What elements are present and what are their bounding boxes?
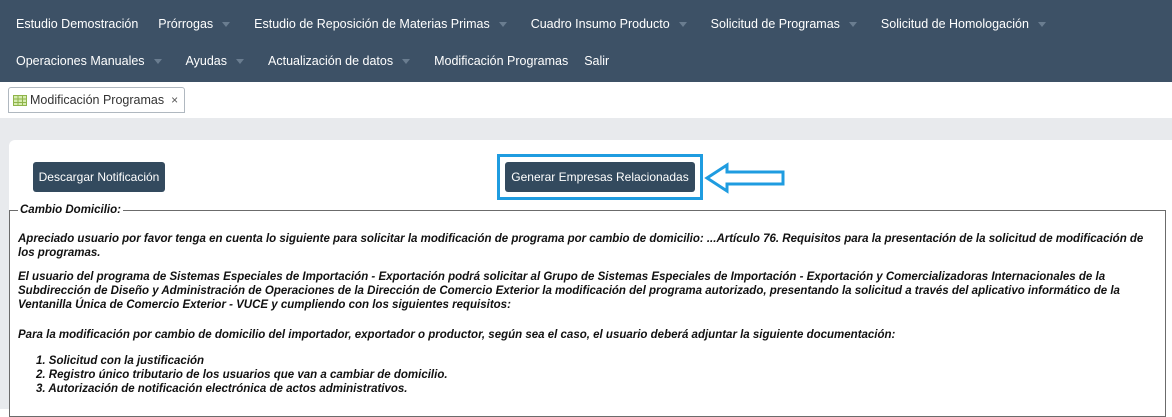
nav-item-modificacion-programas[interactable]: Modificación Programas xyxy=(430,54,580,68)
nav-label: Modificación Programas xyxy=(434,54,569,68)
caret-down-icon xyxy=(222,21,231,27)
caret-down-icon xyxy=(678,21,687,27)
caret-down-icon xyxy=(236,58,245,64)
table-icon xyxy=(13,94,27,106)
tab-modificacion-programas[interactable]: Modificación Programas × xyxy=(8,87,186,113)
generate-related-companies-button[interactable]: Generar Empresas Relacionadas xyxy=(505,162,695,192)
nav-label: Actualización de datos xyxy=(268,54,394,68)
list-item: 1. Solicitud con la justificación xyxy=(36,355,205,367)
nav-label: Solicitud de Programas xyxy=(710,17,840,31)
change-address-fieldset: Cambio Domicilio: Apreciado usuario por … xyxy=(9,204,1166,417)
list-item: 3. Autorización de notificación electrón… xyxy=(36,383,408,395)
nav-item-cuadro-insumo[interactable]: Cuadro Insumo Producto xyxy=(527,17,707,31)
nav-item-actualizacion-datos[interactable]: Actualización de datos xyxy=(264,54,430,68)
caret-down-icon xyxy=(1037,21,1046,27)
list-item: 2. Registro único tributario de los usua… xyxy=(36,369,448,381)
nav-label: Estudio Demostración xyxy=(16,17,139,31)
tab-label: Modificación Programas xyxy=(30,93,165,107)
notice-paragraph: El usuario del programa de Sistemas Espe… xyxy=(18,271,1120,311)
nav-label: Cuadro Insumo Producto xyxy=(530,17,670,31)
caret-down-icon xyxy=(153,58,162,64)
nav-item-operaciones-manuales[interactable]: Operaciones Manuales xyxy=(12,54,182,68)
nav-label: Operaciones Manuales xyxy=(16,54,145,68)
nav-item-prorrogas[interactable]: Prórrogas xyxy=(154,17,250,31)
close-icon[interactable]: × xyxy=(171,93,178,107)
notice-requirements: Para la modificación por cambio de domic… xyxy=(18,329,896,341)
nav-item-ayudas[interactable]: Ayudas xyxy=(182,54,264,68)
content-area: Descargar Notificación Generar Empresas … xyxy=(0,118,1172,417)
caret-down-icon xyxy=(498,21,507,27)
download-notification-button[interactable]: Descargar Notificación xyxy=(33,162,165,192)
caret-down-icon xyxy=(402,58,411,64)
main-navbar: Estudio Demostración Prórrogas Estudio d… xyxy=(0,0,1172,82)
nav-label: Prórrogas xyxy=(158,17,214,31)
nav-item-solicitud-programas[interactable]: Solicitud de Programas xyxy=(707,17,877,31)
nav-label: Salir xyxy=(584,54,610,68)
nav-item-estudio-reposicion[interactable]: Estudio de Reposición de Materias Primas xyxy=(250,17,527,31)
tab-bar: Modificación Programas × xyxy=(0,82,1172,118)
requirements-list: 1. Solicitud con la justificación 2. Reg… xyxy=(36,354,448,396)
main-panel: Descargar Notificación Generar Empresas … xyxy=(9,140,1172,417)
nav-label: Ayudas xyxy=(185,54,228,68)
nav-label: Solicitud de Homologación xyxy=(880,17,1029,31)
left-arrow-icon xyxy=(704,162,785,194)
nav-item-solicitud-homologacion[interactable]: Solicitud de Homologación xyxy=(877,17,1066,31)
nav-item-salir[interactable]: Salir xyxy=(580,54,613,68)
nav-row-2: Operaciones Manuales Ayudas Actualizació… xyxy=(12,41,613,81)
nav-item-estudio-demostracion[interactable]: Estudio Demostración xyxy=(12,17,154,31)
notice-intro: Apreciado usuario por favor tenga en cue… xyxy=(18,233,1144,259)
fieldset-legend: Cambio Domicilio: xyxy=(20,204,121,216)
nav-label: Estudio de Reposición de Materias Primas xyxy=(254,17,490,31)
caret-down-icon xyxy=(848,21,857,27)
nav-row-1: Estudio Demostración Prórrogas Estudio d… xyxy=(12,4,1066,44)
